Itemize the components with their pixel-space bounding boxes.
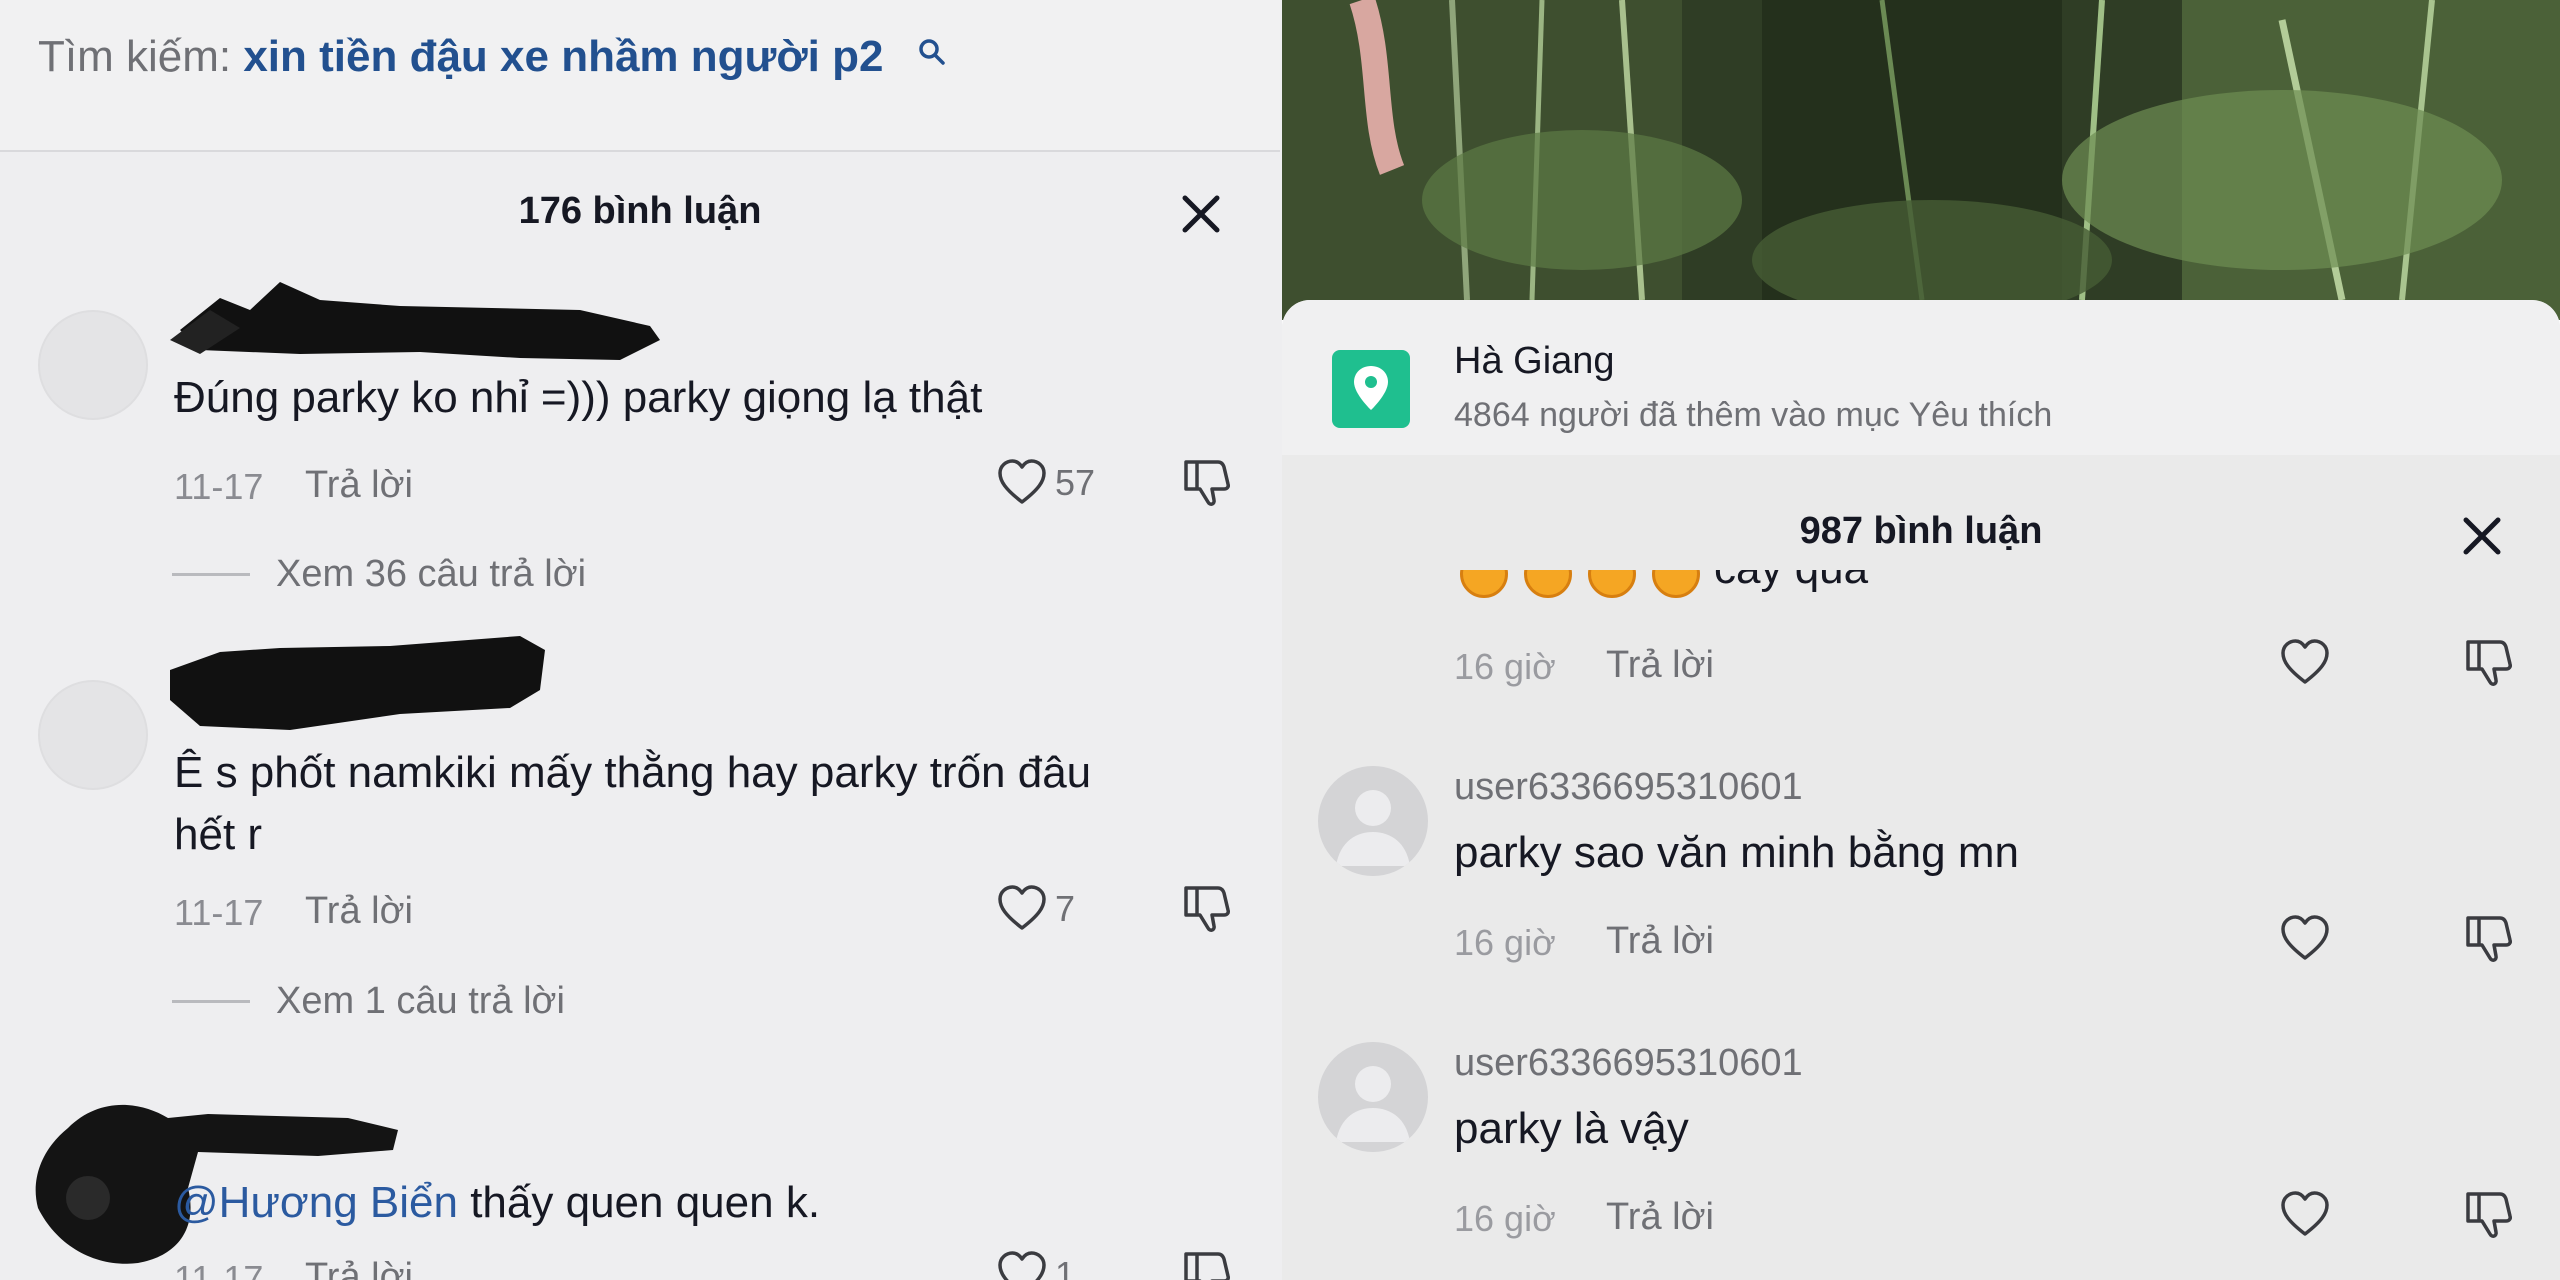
comment-time: 16 giờ [1454,1198,1556,1239]
comment-text: parky là vậy [1454,1104,1689,1153]
search-bar[interactable]: Tìm kiếm: xin tiền đậu xe nhầm người p2 [0,0,1280,152]
like-button[interactable]: 7 [995,882,1075,936]
heart-icon [998,1251,1046,1280]
comment-count: 176 bình luận [518,190,762,232]
search-label: Tìm kiếm: xin tiền đậu xe nhầm người p2 [38,32,884,81]
dislike-icon[interactable] [2462,1188,2516,1242]
mention-link[interactable]: @Hương Biển [174,1178,458,1227]
video-background [1282,0,2560,320]
reply-button[interactable]: Trả lời [1606,644,1714,687]
right-comment-panel: Hà Giang 4864 người đã thêm vào mục Yêu … [1282,0,2560,1280]
view-replies-button[interactable]: Xem 36 câu trả lời [172,553,586,596]
view-replies-button[interactable]: Xem 1 câu trả lời [172,980,565,1023]
comment-count: 987 bình luận [1799,510,2043,552]
heart-icon[interactable] [2278,1188,2332,1242]
divider [172,573,250,576]
like-count: 57 [1055,462,1096,503]
heart-icon [998,885,1046,930]
search-query[interactable]: xin tiền đậu xe nhầm người p2 [243,32,883,81]
redacted-username [170,636,545,730]
heart-icon[interactable] [2278,636,2332,690]
view-replies-label: Xem 36 câu trả lời [276,553,587,595]
comment-text: Đúng parky ko nhỉ =))) parky giọng lạ th… [174,373,983,422]
comment-text-body: thấy quen quen k. [457,1178,821,1227]
username[interactable]: user6336695310601 [1454,1042,1803,1085]
heart-icon [998,459,1046,504]
location-name: Hà Giang [1454,340,1615,382]
comment-date: 11-17 [174,892,264,933]
emoji-icon [1460,570,1508,598]
redacted-username [170,282,660,360]
dislike-icon[interactable] [1180,456,1234,510]
reply-button[interactable]: Trả lời [305,464,413,507]
dislike-icon[interactable] [1180,1248,1234,1280]
emoji-icon [1652,570,1700,598]
like-button[interactable]: 57 [995,456,1095,510]
comment-text: parky sao văn minh bằng mn [1454,828,2019,877]
comment-text: cay quá [1714,570,1868,594]
emoji-icon [1524,570,1572,598]
dislike-icon[interactable] [2462,912,2516,966]
comment-time: 16 giờ [1454,646,1556,687]
emoji-icon [1588,570,1636,598]
like-count: 7 [1055,888,1076,929]
comment-item-partial: cay quá [1282,570,2560,640]
username[interactable]: user6336695310601 [1454,766,1803,809]
dislike-icon[interactable] [2462,636,2516,690]
avatar[interactable] [38,310,148,420]
map-pin-icon [1332,350,1410,428]
comment-text-line: Ê s phốt namkiki mấy thằng hay parky trố… [174,748,1092,797]
comments-header: 176 bình luận [0,150,1280,275]
left-comment-panel: Tìm kiếm: xin tiền đậu xe nhầm người p2 … [0,0,1280,1280]
avatar[interactable] [38,680,148,790]
divider [172,1000,250,1003]
reply-button[interactable]: Trả lời [1606,1196,1714,1239]
like-button[interactable]: 1 [995,1248,1075,1280]
bottom-sheet: Hà Giang 4864 người đã thêm vào mục Yêu … [1282,300,2560,1280]
close-icon[interactable] [2458,512,2506,560]
reply-button[interactable]: Trả lời [305,890,413,933]
location-subtitle: 4864 người đã thêm vào mục Yêu thích [1454,396,2053,434]
avatar[interactable] [1318,1042,1428,1152]
comment-text: @Hương Biển thấy quen quen k. [174,1172,820,1234]
search-icon[interactable] [918,38,946,66]
dislike-icon[interactable] [1180,882,1234,936]
comment-date: 11-17 [174,1258,264,1280]
view-replies-label: Xem 1 câu trả lời [276,980,565,1022]
close-icon[interactable] [1177,190,1225,238]
comment-date: 11-17 [174,466,264,507]
avatar[interactable] [1318,766,1428,876]
reply-button[interactable]: Trả lời [305,1256,413,1280]
comment-time: 16 giờ [1454,922,1556,963]
location-card[interactable]: Hà Giang 4864 người đã thêm vào mục Yêu … [1282,300,2560,455]
comment-text-line: hết r [174,810,263,859]
reply-button[interactable]: Trả lời [1606,920,1714,963]
like-count: 1 [1055,1254,1076,1280]
heart-icon[interactable] [2278,912,2332,966]
